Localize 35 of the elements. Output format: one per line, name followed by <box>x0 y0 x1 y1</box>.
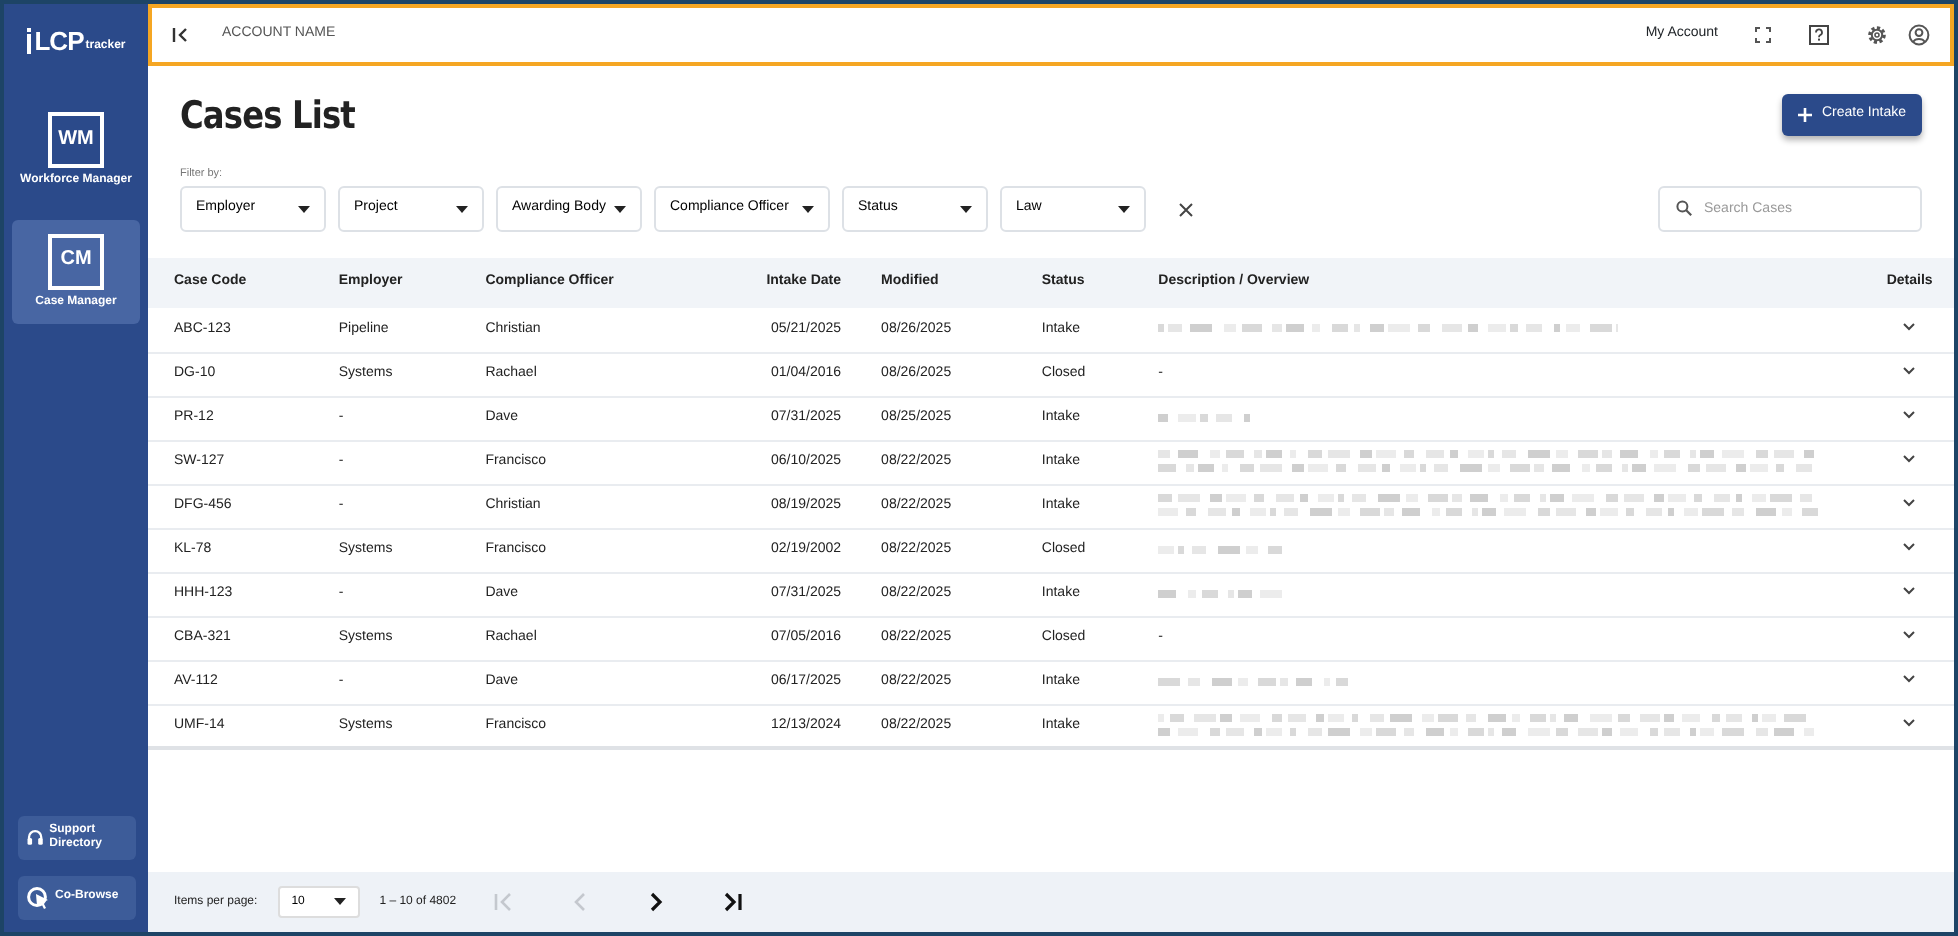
expand-chevron-icon[interactable] <box>1902 322 1917 333</box>
expand-chevron-icon[interactable] <box>1902 498 1917 509</box>
last-page-icon[interactable] <box>720 890 745 914</box>
redacted-text-drawing <box>1158 411 1255 426</box>
logo-mark-icon <box>26 28 33 54</box>
expand-chevron-icon[interactable] <box>1902 674 1917 685</box>
settings-icon[interactable] <box>1866 24 1888 46</box>
expand-chevron-icon[interactable] <box>1902 366 1917 377</box>
user-icon[interactable] <box>1908 24 1930 46</box>
redacted-text-drawing <box>1158 587 1283 602</box>
logo-text: LCP <box>34 28 84 54</box>
help-icon[interactable] <box>1808 24 1830 46</box>
expand-chevron-icon[interactable] <box>1902 454 1917 465</box>
caret-icon <box>1118 205 1130 214</box>
app-icon: WM <box>48 112 104 168</box>
expand-chevron-icon[interactable] <box>1902 586 1917 597</box>
caret-icon <box>802 205 814 214</box>
redacted-text-drawing <box>1158 543 1283 558</box>
app-icon: CM <box>48 233 104 289</box>
cursor-icon <box>25 886 49 910</box>
caret-icon <box>960 205 972 214</box>
expand-chevron-icon[interactable] <box>1902 410 1917 421</box>
caret-icon <box>614 205 626 214</box>
expand-chevron-icon[interactable] <box>1902 630 1917 641</box>
clear-icon[interactable] <box>1178 201 1194 218</box>
caret-icon <box>298 205 310 214</box>
plus-icon <box>1797 107 1812 122</box>
collapse-icon[interactable] <box>172 26 190 44</box>
expand-chevron-icon[interactable] <box>1902 718 1917 729</box>
caret-icon <box>333 898 346 906</box>
caret-icon <box>456 205 468 214</box>
fullscreen-icon[interactable] <box>1754 26 1772 44</box>
page-title: Cases List <box>180 94 355 140</box>
headset-icon <box>25 826 44 850</box>
expand-chevron-icon[interactable] <box>1902 542 1917 553</box>
